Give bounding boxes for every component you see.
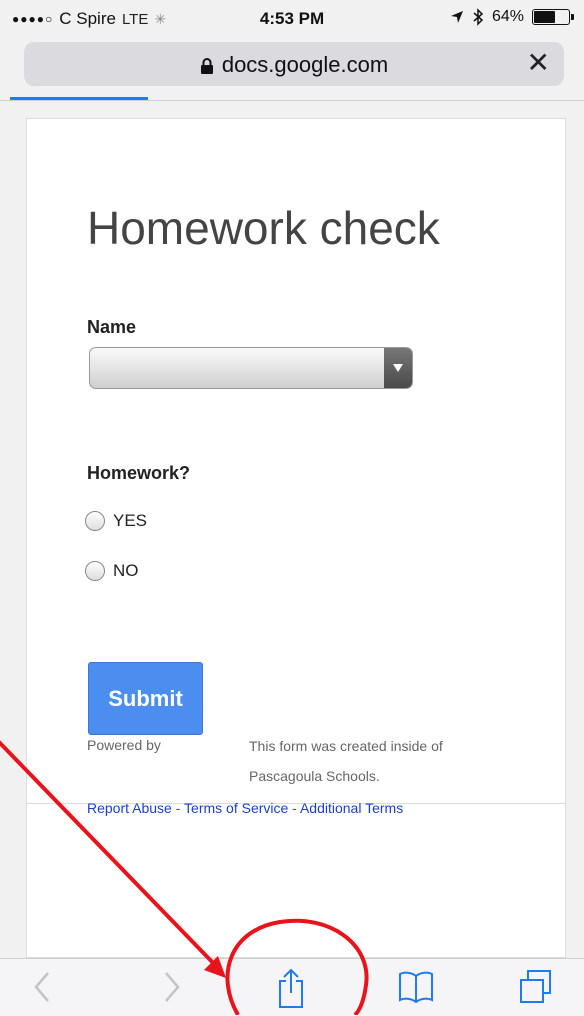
divider [0, 100, 584, 101]
footer-links: Report Abuse - Terms of Service - Additi… [87, 800, 403, 816]
tabs-icon[interactable] [518, 967, 554, 1007]
radio-option-no[interactable]: NO [85, 561, 139, 581]
radio-option-yes[interactable]: YES [85, 511, 147, 531]
form-card: Homework check Name Homework? YES NO Sub… [26, 118, 566, 958]
url-text: docs.google.com [221, 52, 389, 77]
created-by-text: This form was created inside of Pascagou… [249, 738, 443, 784]
battery-percent: 64% [491, 8, 524, 25]
share-icon[interactable] [276, 967, 306, 1009]
address-bar[interactable]: docs.google.com ✕ [24, 42, 564, 86]
browser-toolbar [0, 958, 584, 1016]
status-bar: ●●●●○ C Spire LTE ✳ 4:53 PM 64% [0, 0, 584, 36]
location-icon [450, 11, 463, 23]
battery-icon [532, 9, 574, 25]
submit-button[interactable]: Submit [88, 662, 203, 735]
chevron-down-icon [384, 348, 412, 388]
bluetooth-icon [473, 8, 484, 26]
powered-by-label: Powered by [87, 737, 161, 753]
radio-label: YES [113, 511, 148, 530]
radio-button[interactable] [85, 561, 105, 581]
link-separator: - [171, 800, 185, 816]
form-title: Homework check [87, 202, 440, 254]
name-label: Name [87, 317, 137, 337]
link-separator: - [288, 800, 300, 816]
back-icon[interactable] [30, 967, 54, 1007]
report-abuse-link[interactable]: Report Abuse [87, 800, 172, 816]
additional-terms-link[interactable]: Additional Terms [300, 800, 403, 816]
terms-link[interactable]: Terms of Service [184, 800, 288, 816]
radio-button[interactable] [85, 511, 105, 531]
status-right: 64% [450, 8, 574, 26]
radio-label: NO [113, 561, 139, 580]
close-icon[interactable]: ✕ [527, 49, 550, 77]
name-select[interactable] [89, 347, 413, 389]
bookmarks-icon[interactable] [397, 967, 435, 1007]
url-display[interactable]: docs.google.com [24, 52, 564, 78]
homework-label: Homework? [87, 463, 191, 483]
lock-icon [200, 58, 213, 75]
forward-icon[interactable] [160, 967, 184, 1007]
